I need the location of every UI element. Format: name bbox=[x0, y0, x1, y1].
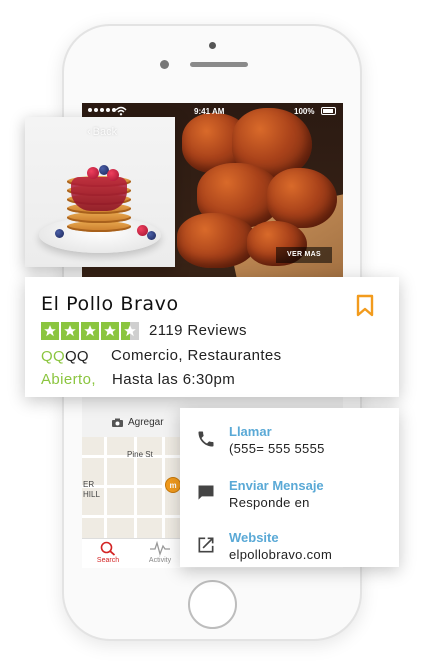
status-time: 9:41 AM bbox=[194, 107, 225, 116]
contact-actions-card: Llamar (555= 555 5555 Enviar Mensaje Res… bbox=[180, 408, 399, 567]
wifi-icon bbox=[115, 106, 127, 116]
location-map[interactable]: Pine St ER HILL m bbox=[82, 437, 182, 538]
price-level-inactive: QQ bbox=[64, 348, 89, 365]
district-label: HILL bbox=[83, 490, 100, 499]
call-action[interactable]: Llamar (555= 555 5555 bbox=[180, 414, 399, 458]
message-icon bbox=[198, 485, 214, 500]
phone-icon bbox=[198, 431, 214, 447]
back-button[interactable]: ‹ Back bbox=[87, 126, 117, 138]
star-icon bbox=[61, 322, 79, 340]
raspberry bbox=[107, 169, 119, 181]
signal-icon bbox=[88, 108, 116, 112]
phone-camera bbox=[209, 42, 216, 49]
website-title: Website bbox=[229, 530, 279, 545]
chevron-left-icon: ‹ bbox=[87, 126, 91, 138]
district-label: ER bbox=[83, 480, 95, 489]
chicken-piece bbox=[267, 168, 337, 228]
star-icon bbox=[81, 322, 99, 340]
phone-speaker bbox=[190, 62, 248, 67]
external-link-icon bbox=[198, 537, 214, 553]
business-category: Comercio, Restaurantes bbox=[111, 347, 282, 364]
street-label: Pine St bbox=[127, 450, 153, 459]
see-more-button[interactable]: VER MAS bbox=[276, 247, 332, 263]
website-url: elpollobravo.com bbox=[229, 547, 333, 562]
message-title: Enviar Mensaje bbox=[229, 478, 324, 493]
message-action[interactable]: Enviar Mensaje Responde en bbox=[180, 468, 399, 512]
chicken-piece bbox=[177, 213, 257, 268]
price-level-active: QQ bbox=[41, 348, 65, 365]
back-label: Back bbox=[92, 126, 118, 138]
tab-search-label: Search bbox=[96, 557, 120, 564]
food-photo-card[interactable]: ‹ Back bbox=[25, 117, 175, 267]
tab-activity-label: Activity bbox=[148, 557, 172, 564]
review-count[interactable]: 2119 Reviews bbox=[149, 322, 247, 339]
star-rating bbox=[41, 322, 139, 340]
blueberry bbox=[147, 231, 156, 240]
call-number: (555= 555 5555 bbox=[229, 441, 325, 456]
bookmark-icon[interactable] bbox=[356, 294, 374, 318]
app-showcase: 9:41 AM 100% VER MAS Agregar Pine St ER bbox=[0, 0, 425, 666]
business-hours: Hasta las 6:30pm bbox=[112, 371, 236, 388]
activity-icon bbox=[150, 541, 170, 556]
phone-sensor bbox=[160, 60, 169, 69]
website-action[interactable]: Website elpollobravo.com bbox=[180, 520, 399, 564]
open-status: Abierto, bbox=[41, 371, 96, 388]
battery-percent: 100% bbox=[294, 107, 315, 116]
message-subtitle: Responde en bbox=[229, 495, 310, 510]
price-level: QQQQ bbox=[41, 348, 89, 365]
add-photo-label: Agregar bbox=[128, 417, 164, 428]
star-half-icon bbox=[121, 322, 139, 340]
tab-activity[interactable]: Activity bbox=[135, 541, 185, 564]
battery-icon bbox=[321, 107, 336, 115]
map-road bbox=[104, 437, 107, 538]
search-icon bbox=[100, 541, 116, 556]
tab-search[interactable]: Search bbox=[83, 541, 133, 564]
berry-syrup bbox=[71, 177, 127, 211]
add-photo-button[interactable]: Agregar bbox=[112, 417, 164, 428]
star-icon bbox=[101, 322, 119, 340]
map-pin[interactable]: m bbox=[165, 477, 181, 493]
call-title: Llamar bbox=[229, 424, 272, 439]
star-icon bbox=[41, 322, 59, 340]
home-button[interactable] bbox=[188, 580, 237, 629]
camera-icon bbox=[112, 418, 123, 427]
raspberry bbox=[87, 167, 99, 179]
blueberry bbox=[55, 229, 64, 238]
map-road bbox=[82, 515, 182, 518]
business-name: El Pollo Bravo bbox=[41, 293, 179, 315]
business-info-card: El Pollo Bravo 2119 Reviews QQQQ Comerci… bbox=[25, 277, 399, 397]
